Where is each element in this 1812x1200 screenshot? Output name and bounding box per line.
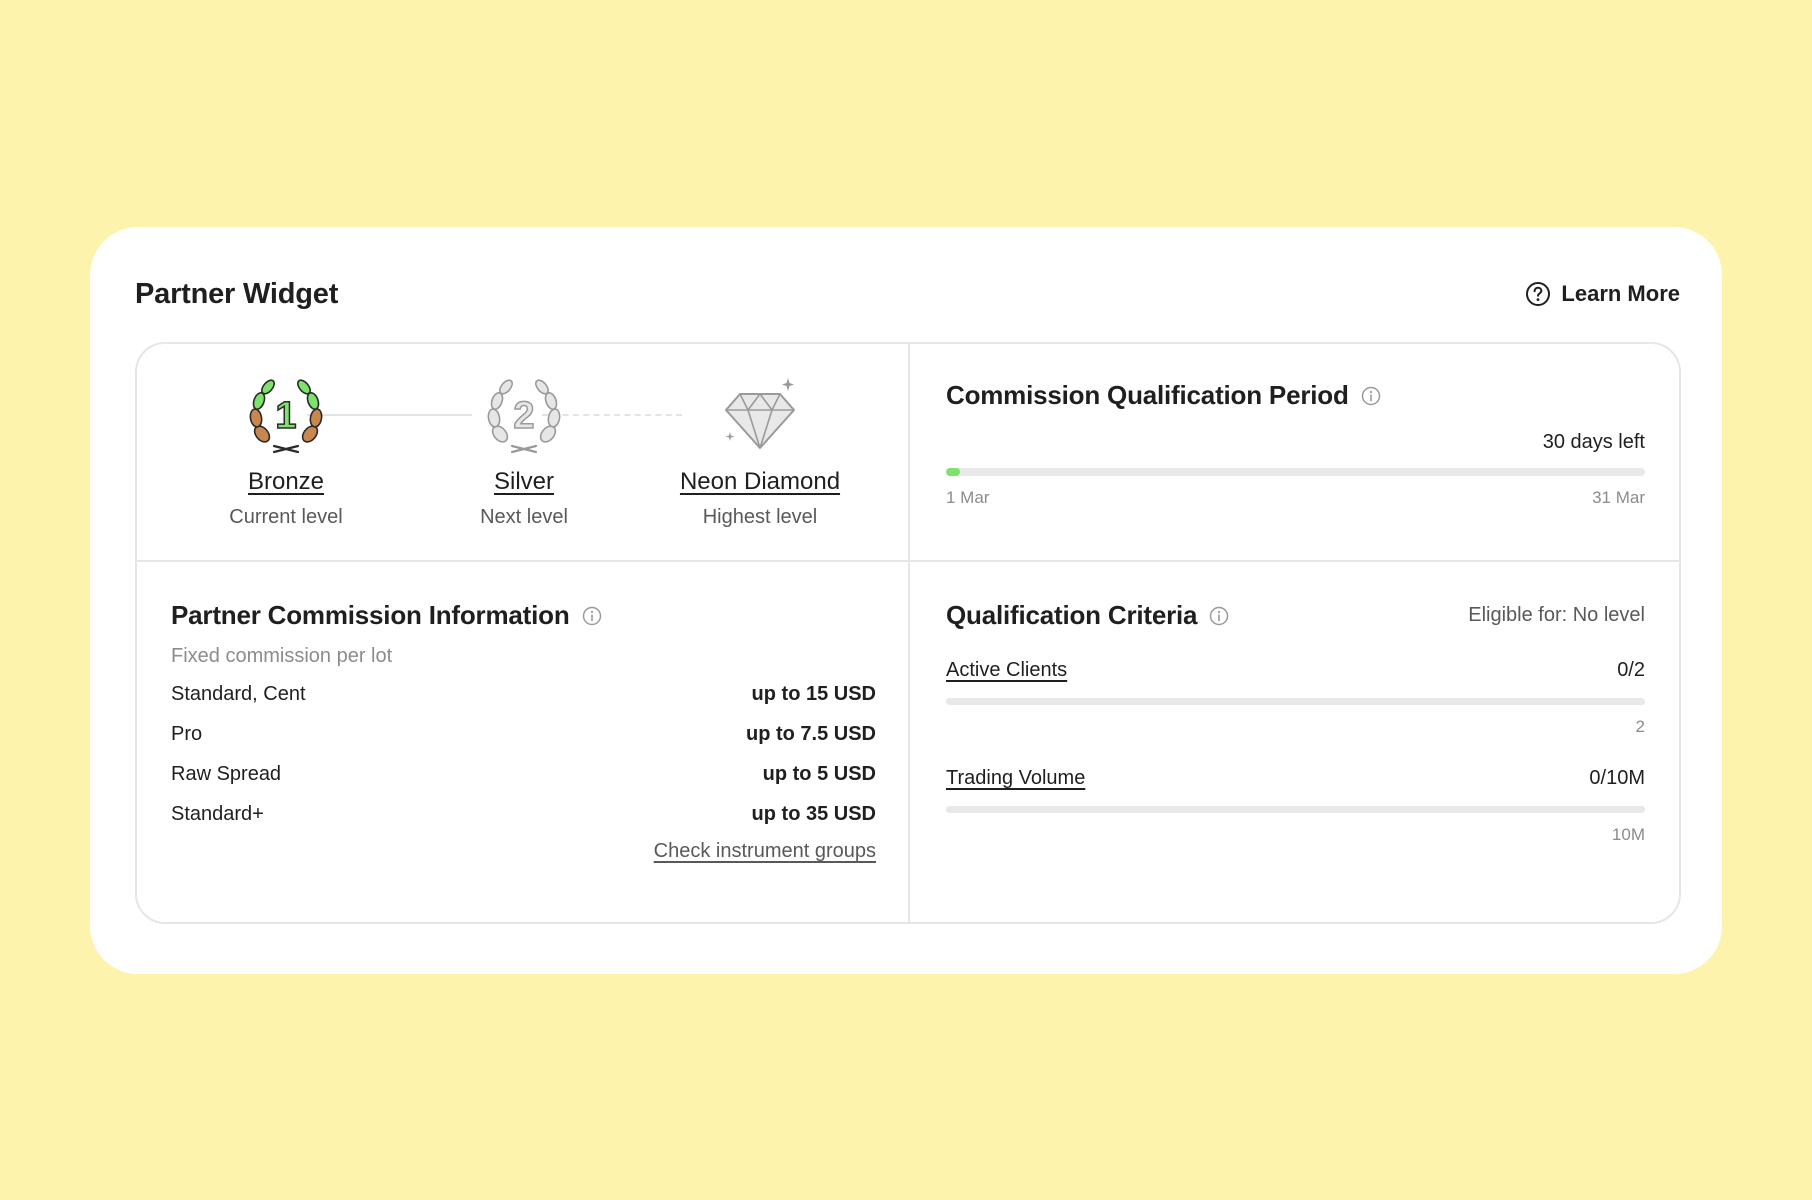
commission-row: Standard, Cent up to 15 USD bbox=[171, 674, 876, 714]
criterion-trading-volume: Trading Volume 0/10M 10M bbox=[946, 767, 1645, 845]
svg-text:1: 1 bbox=[275, 395, 296, 437]
question-circle-icon bbox=[1525, 281, 1551, 307]
info-icon[interactable] bbox=[582, 606, 602, 626]
commission-value: up to 7.5 USD bbox=[745, 722, 876, 745]
criterion-progress-bar bbox=[946, 806, 1645, 813]
commission-row: Standard+ up to 35 USD bbox=[171, 794, 876, 834]
level-neon-diamond: Neon Diamond Highest level bbox=[650, 376, 870, 529]
criterion-row: Active Clients 0/2 bbox=[946, 659, 1645, 682]
check-instrument-groups-row: Check instrument groups bbox=[171, 840, 876, 863]
criterion-active-clients: Active Clients 0/2 2 bbox=[946, 659, 1645, 737]
commission-value: up to 5 USD bbox=[762, 762, 876, 785]
commission-account-type: Standard+ bbox=[171, 802, 264, 825]
level-name[interactable]: Silver bbox=[414, 468, 634, 496]
level-name[interactable]: Neon Diamond bbox=[650, 468, 870, 496]
learn-more-link[interactable]: Learn More bbox=[1525, 281, 1680, 307]
level-status: Next level bbox=[480, 506, 568, 528]
commission-info-section: Partner Commission Information Fixed com… bbox=[137, 562, 908, 922]
commission-list: Standard, Cent up to 15 USD Pro up to 7.… bbox=[171, 674, 876, 834]
commission-value: up to 35 USD bbox=[751, 802, 876, 825]
qualification-period-section: Commission Qualification Period 30 days … bbox=[910, 344, 1679, 560]
criterion-row: Trading Volume 0/10M bbox=[946, 767, 1645, 790]
eligible-level: Eligible for: No level bbox=[1468, 604, 1645, 626]
card-header: Partner Widget Learn More bbox=[135, 269, 1680, 319]
partner-widget-card: Partner Widget Learn More 1 Bronze Curre… bbox=[90, 227, 1722, 974]
levels-section: 1 Bronze Current level 2 Silver Next lev… bbox=[137, 344, 908, 560]
diamond-icon bbox=[650, 376, 870, 456]
commission-subtitle: Fixed commission per lot bbox=[171, 645, 393, 667]
commission-title-row: Partner Commission Information bbox=[171, 600, 876, 631]
criteria-header: Qualification Criteria Eligible for: No … bbox=[946, 600, 1645, 631]
commission-title: Partner Commission Information bbox=[171, 600, 570, 630]
commission-row: Pro up to 7.5 USD bbox=[171, 714, 876, 754]
criterion-progress-bar bbox=[946, 698, 1645, 705]
commission-row: Raw Spread up to 5 USD bbox=[171, 754, 876, 794]
criteria-title: Qualification Criteria bbox=[946, 600, 1198, 630]
period-progress-bar bbox=[946, 468, 1645, 476]
widget-grid: 1 Bronze Current level 2 Silver Next lev… bbox=[135, 342, 1681, 924]
commission-value: up to 15 USD bbox=[751, 682, 876, 705]
info-icon[interactable] bbox=[1361, 386, 1381, 406]
laurel-2-icon: 2 bbox=[414, 376, 634, 456]
period-end-date: 31 Mar bbox=[1592, 488, 1645, 507]
period-title: Commission Qualification Period bbox=[946, 380, 1349, 410]
criterion-value: 0/2 bbox=[1617, 659, 1645, 681]
level-bronze: 1 Bronze Current level bbox=[176, 376, 396, 529]
widget-title: Partner Widget bbox=[135, 277, 339, 310]
period-progress-fill bbox=[946, 468, 960, 476]
level-status: Highest level bbox=[702, 506, 818, 528]
criterion-target: 10M bbox=[1611, 825, 1645, 844]
criteria-title-row: Qualification Criteria bbox=[946, 600, 1229, 631]
check-instrument-groups-link[interactable]: Check instrument groups bbox=[654, 840, 876, 862]
period-title-row: Commission Qualification Period bbox=[946, 380, 1645, 411]
criterion-label[interactable]: Active Clients bbox=[946, 659, 1067, 682]
level-status: Current level bbox=[229, 506, 343, 528]
learn-more-label: Learn More bbox=[1561, 281, 1680, 306]
period-date-labels: 1 Mar 31 Mar bbox=[946, 488, 1645, 508]
period-start-date: 1 Mar bbox=[946, 488, 990, 507]
criterion-label[interactable]: Trading Volume bbox=[946, 767, 1085, 790]
commission-account-type: Pro bbox=[171, 722, 203, 745]
qualification-criteria-section: Qualification Criteria Eligible for: No … bbox=[910, 562, 1679, 922]
svg-text:2: 2 bbox=[513, 395, 534, 437]
commission-account-type: Raw Spread bbox=[171, 762, 282, 785]
commission-account-type: Standard, Cent bbox=[171, 682, 306, 705]
criterion-target: 2 bbox=[1635, 717, 1645, 736]
days-left: 30 days left bbox=[1542, 431, 1645, 453]
level-name[interactable]: Bronze bbox=[176, 468, 396, 496]
info-icon[interactable] bbox=[1209, 606, 1229, 626]
criterion-value: 0/10M bbox=[1589, 767, 1645, 789]
laurel-1-icon: 1 bbox=[176, 376, 396, 456]
level-silver: 2 Silver Next level bbox=[414, 376, 634, 529]
